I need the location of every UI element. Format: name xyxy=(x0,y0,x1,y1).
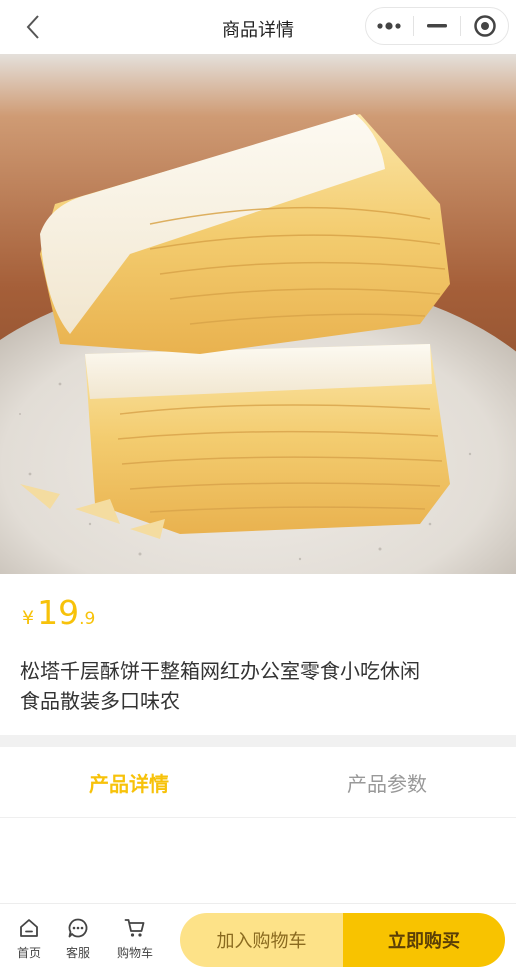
bottom-action-bar: 首页 客服 购物车 加入购物车 立即购买 xyxy=(0,903,516,973)
detail-tabs: 产品详情 产品参数 xyxy=(0,747,516,818)
tab-product-details[interactable]: 产品详情 xyxy=(0,747,258,817)
section-divider xyxy=(0,735,516,747)
target-circle-icon xyxy=(473,15,496,37)
price-currency: ¥ xyxy=(22,607,35,629)
nav-cart-label: 购物车 xyxy=(116,946,153,960)
nav-customer-service-label: 客服 xyxy=(65,946,90,960)
buy-now-button[interactable]: 立即购买 xyxy=(343,913,505,967)
close-miniprogram-button[interactable] xyxy=(461,8,508,44)
product-title-line-2: 食品散装多口味农 xyxy=(20,689,180,713)
purchase-buttons: 加入购物车 立即购买 xyxy=(180,913,505,967)
price-integer: 19 xyxy=(37,593,80,632)
nav-customer-service[interactable]: 客服 xyxy=(53,916,103,961)
nav-home[interactable]: 首页 xyxy=(4,916,54,961)
more-button[interactable] xyxy=(366,8,413,44)
product-image xyxy=(0,54,516,574)
minus-icon xyxy=(427,24,447,28)
mini-program-capsule xyxy=(365,7,509,45)
back-button[interactable] xyxy=(18,12,48,42)
pastry-illustration xyxy=(0,54,516,574)
header-bar: 商品详情 xyxy=(0,0,516,54)
product-title: 松塔千层酥饼干整箱网红办公室零食小吃休闲 食品散装多口味农 xyxy=(20,656,460,716)
add-to-cart-button[interactable]: 加入购物车 xyxy=(180,913,343,967)
price: ¥ 19 .9 xyxy=(22,596,95,629)
tab-product-params[interactable]: 产品参数 xyxy=(258,747,516,817)
minimize-button[interactable] xyxy=(414,8,461,44)
more-dots-icon xyxy=(377,22,401,30)
nav-cart[interactable]: 购物车 xyxy=(110,916,160,961)
home-icon xyxy=(17,916,41,940)
price-decimal: .9 xyxy=(79,609,96,629)
nav-home-label: 首页 xyxy=(16,946,41,960)
chevron-left-icon xyxy=(26,15,39,39)
product-title-line-1: 松塔千层酥饼干整箱网红办公室零食小吃休闲 xyxy=(20,659,420,683)
cart-icon xyxy=(123,916,147,940)
chat-bubble-icon xyxy=(66,916,90,940)
